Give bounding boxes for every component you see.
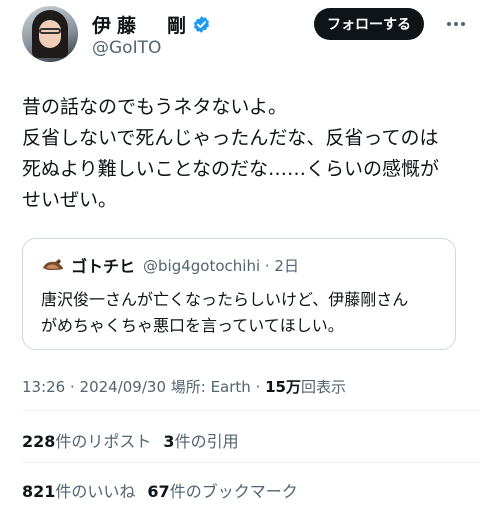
author-name[interactable]: 伊藤 剛	[92, 11, 192, 38]
tweet-line: 反省しないで死んじゃったんだな、反省ってのは	[22, 127, 439, 149]
author-handle[interactable]: @GoITO	[92, 38, 161, 58]
tweet-line: 死ぬより難しいことなのだな……くらいの感慨が	[22, 158, 440, 180]
avatar-face	[39, 20, 61, 48]
reposts-label: 件のリポスト	[55, 432, 152, 451]
quoted-tweet[interactable]: ゴトチヒ @big4gotochihi · 2日 唐沢俊一さんが亡くなったらしい…	[22, 238, 456, 350]
likes-label: 件のいいね	[55, 482, 136, 501]
more-dot	[461, 22, 465, 26]
quote-handle-time[interactable]: @big4gotochihi · 2日	[143, 255, 299, 276]
view-label: 回表示	[300, 378, 346, 396]
bookmarks-count: 67	[147, 482, 170, 501]
quote-text: 唐沢俊一さんが亡くなったらしいけど、伊藤剛さん がめちゃくちゃ悪口を言っていてほ…	[41, 287, 451, 339]
timestamp[interactable]: 13:26 · 2024/09/30 場所: Earth ·	[22, 378, 265, 396]
like-bookmark-stats: 821件のいいね 67件のブックマーク	[22, 478, 298, 502]
more-dot	[454, 22, 458, 26]
quotes-label: 件の引用	[174, 432, 239, 451]
likes-count: 821	[22, 482, 56, 501]
tweet-meta: 13:26 · 2024/09/30 場所: Earth · 15万回表示	[22, 376, 346, 397]
author-avatar[interactable]	[22, 6, 78, 62]
reposts-count: 228	[22, 432, 56, 451]
more-icon[interactable]	[440, 10, 472, 38]
quotes-link[interactable]: 3件の引用	[163, 432, 238, 451]
avatar-glasses	[39, 28, 61, 34]
verified-badge-icon	[193, 16, 210, 33]
divider	[22, 462, 480, 463]
author-name-row[interactable]: 伊藤 剛	[92, 11, 211, 38]
view-count: 15万	[265, 378, 301, 396]
quote-avatar[interactable]	[41, 253, 65, 277]
likes-link[interactable]: 821件のいいね	[22, 482, 135, 501]
tweet-line: 昔の話なのでもうネタないよ。	[22, 96, 288, 118]
divider	[22, 410, 480, 411]
reposts-link[interactable]: 228件のリポスト	[22, 432, 151, 451]
quote-line: 唐沢俊一さんが亡くなったらしいけど、伊藤剛さん	[41, 290, 409, 309]
tweet-line: せいぜい。	[22, 189, 118, 211]
repost-quote-stats: 228件のリポスト 3件の引用	[22, 428, 239, 452]
quotes-count: 3	[163, 432, 175, 451]
follow-button[interactable]: フォローする	[314, 8, 424, 40]
quote-line: がめちゃくちゃ悪口を言っていてほしい。	[41, 316, 344, 335]
bookmarks-label: 件のブックマーク	[169, 482, 298, 501]
more-dot	[447, 22, 451, 26]
bookmarks-link[interactable]: 67件のブックマーク	[147, 482, 297, 501]
quoted-tweet-header: ゴトチヒ @big4gotochihi · 2日	[41, 253, 299, 277]
tweet-text: 昔の話なのでもうネタないよ。 反省しないで死んじゃったんだな、反省ってのは 死ぬ…	[22, 92, 470, 216]
quote-author-name[interactable]: ゴトチヒ	[71, 253, 135, 277]
